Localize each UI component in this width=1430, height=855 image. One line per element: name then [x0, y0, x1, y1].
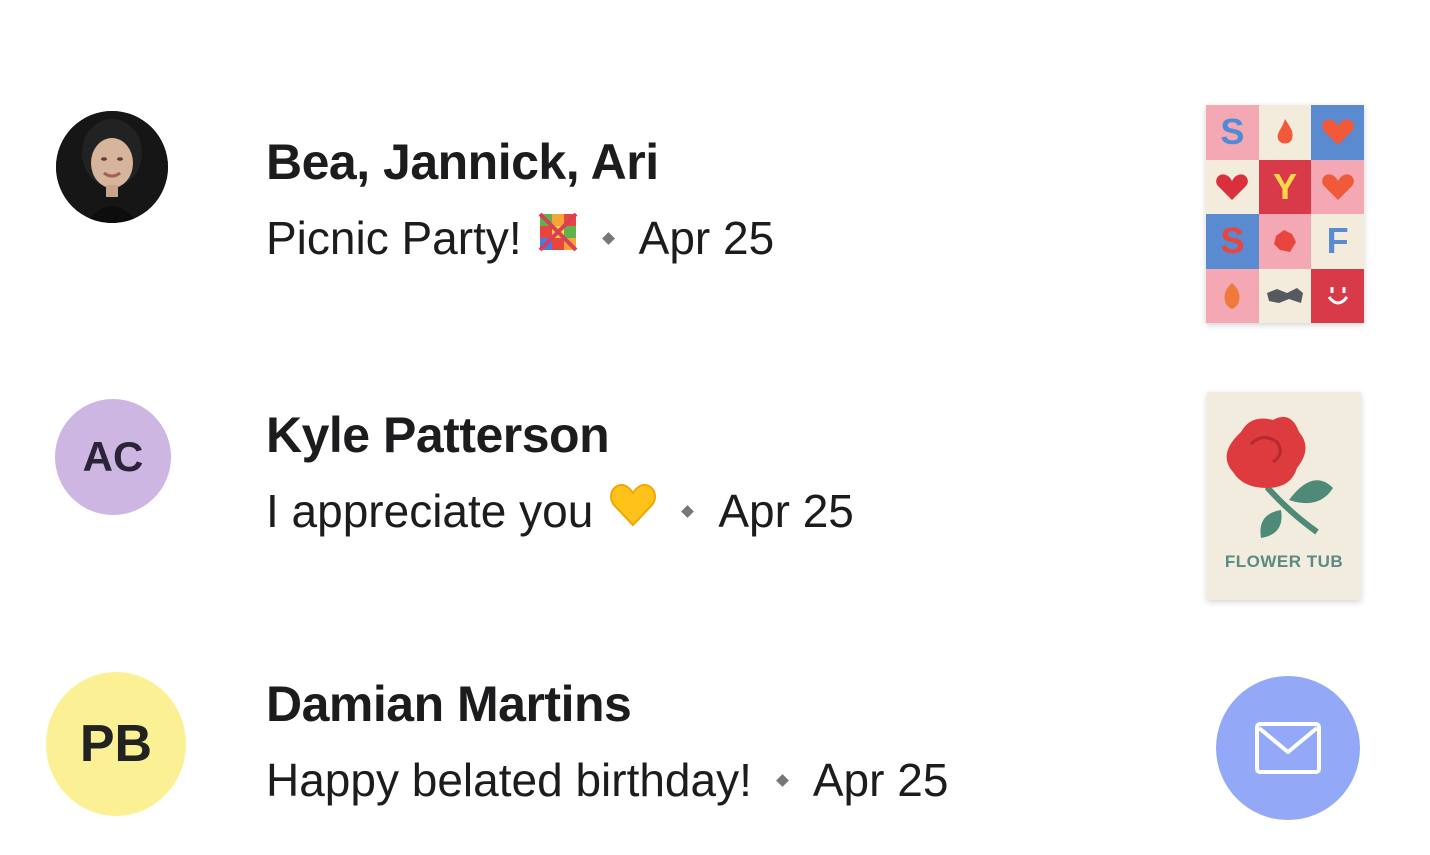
- envelope-icon: [1255, 722, 1321, 774]
- conversation-name: Kyle Patterson: [266, 407, 610, 463]
- heart-icon: [1311, 105, 1364, 160]
- open-envelope-button[interactable]: [1216, 676, 1360, 820]
- heart-icon: [1206, 159, 1259, 214]
- conversation-row[interactable]: AC Kyle Patterson I appreciate you Apr 2…: [0, 340, 1430, 600]
- conversation-row[interactable]: PB Damian Martins Happy belated birthday…: [0, 610, 1430, 855]
- card-thumbnail[interactable]: S Y S F: [1206, 105, 1364, 323]
- card-title: FLOWER TUB: [1224, 552, 1344, 571]
- conversation-date: Apr 25: [812, 754, 949, 806]
- conversation-date: Apr 25: [638, 212, 775, 264]
- avatar-photo: [56, 111, 168, 223]
- message-preview: Happy belated birthday!: [266, 754, 752, 806]
- card-letter-s: S: [1206, 105, 1259, 160]
- conversation-text: Kyle Patterson I appreciate you Apr 25: [266, 405, 854, 540]
- avatar: AC: [55, 399, 171, 515]
- diamond-icon: [601, 231, 615, 245]
- diamond-icon: [776, 773, 789, 787]
- yellow-heart-icon: [609, 482, 657, 540]
- conversation-subline: I appreciate you Apr 25: [266, 482, 854, 540]
- scribble-icon: [1258, 268, 1312, 323]
- splash-icon: [1258, 214, 1312, 269]
- heart-icon: [1311, 159, 1364, 214]
- conversation-text: Damian Martins Happy belated birthday! A…: [266, 674, 948, 809]
- card-letter-f: F: [1311, 214, 1364, 269]
- conversation-text: Bea, Jannick, Ari Picnic Party! Apr 25: [266, 132, 774, 267]
- conversation-row[interactable]: Bea, Jannick, Ari Picnic Party! Apr 25 S…: [0, 60, 1430, 323]
- card-pattern: S Y S F: [1206, 105, 1364, 323]
- leaf-icon: [1206, 268, 1259, 323]
- conversation-list: Bea, Jannick, Ari Picnic Party! Apr 25 S…: [0, 0, 1430, 855]
- avatar: [56, 111, 168, 223]
- card-letter-s: S: [1206, 214, 1259, 269]
- flame-icon: [1258, 105, 1312, 160]
- diamond-icon: [681, 504, 695, 518]
- message-preview: Picnic Party!: [266, 212, 522, 264]
- conversation-name: Damian Martins: [266, 676, 632, 732]
- avatar: PB: [46, 672, 186, 816]
- card-letter-y: Y: [1258, 159, 1312, 214]
- conversation-subline: Happy belated birthday! Apr 25: [266, 751, 948, 809]
- conversation-name: Bea, Jannick, Ari: [266, 134, 659, 190]
- message-preview: I appreciate you: [266, 485, 594, 537]
- card-thumbnail[interactable]: FLOWER TUB: [1207, 392, 1361, 600]
- conversation-subline: Picnic Party! Apr 25: [266, 209, 774, 267]
- smile-icon: [1311, 268, 1364, 323]
- flag-mosaic-icon: [538, 209, 578, 267]
- conversation-date: Apr 25: [718, 485, 854, 537]
